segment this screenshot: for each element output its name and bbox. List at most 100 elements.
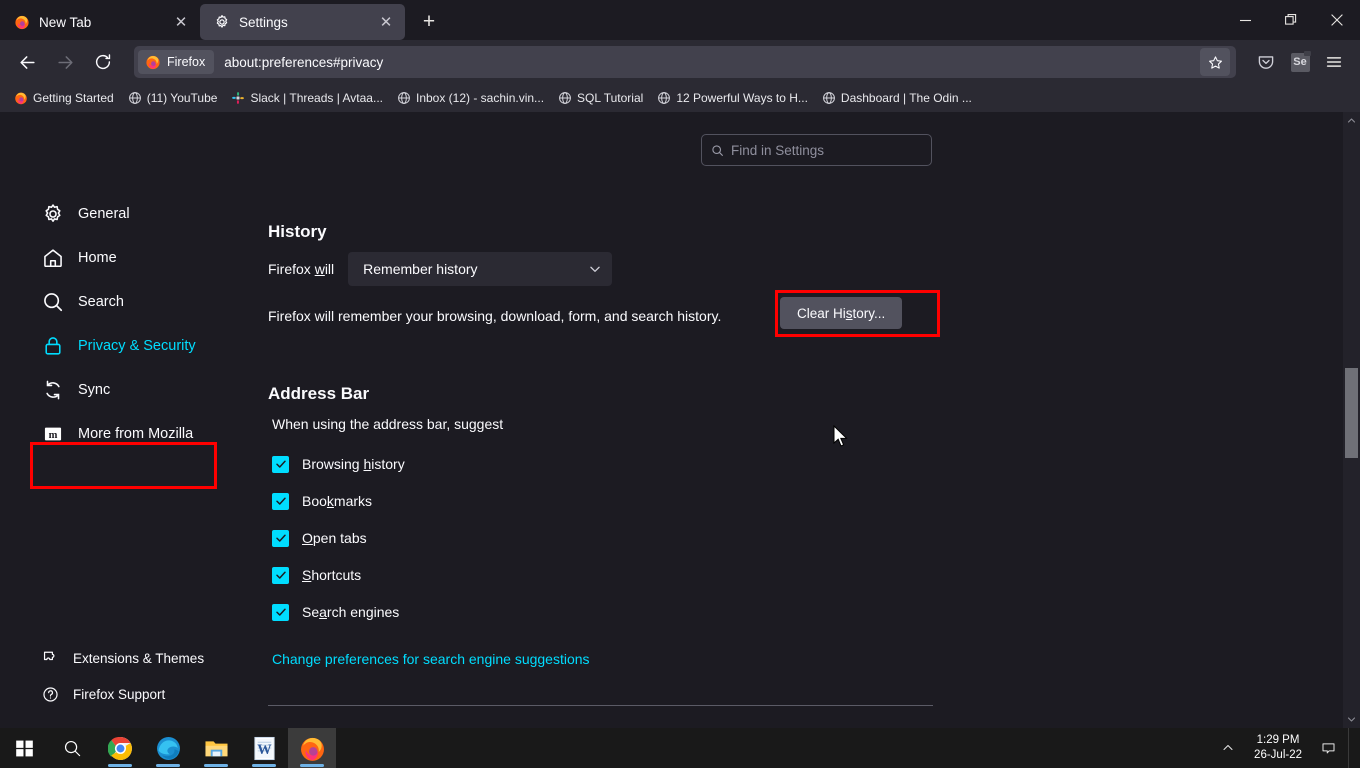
clear-history-button[interactable]: Clear History...	[780, 297, 903, 329]
tab-close-icon[interactable]: ✕	[375, 11, 397, 33]
history-mode-select[interactable]: Remember history	[348, 252, 613, 286]
bookmark-item[interactable]: SQL Tutorial	[552, 87, 649, 109]
browser-window: New Tab ✕ Settings ✕ + Firefox about:pre…	[0, 0, 1360, 768]
notification-icon	[1322, 742, 1334, 753]
bookmark-label: (11) YouTube	[146, 91, 218, 105]
url-bar[interactable]: Firefox about:preferences#privacy	[134, 46, 1236, 78]
edge-button[interactable]	[144, 728, 192, 768]
sidebar-item-more-from-mozilla[interactable]: m More from Mozilla	[34, 414, 218, 454]
firefox-will-row: Firefox will Remember history	[268, 252, 613, 286]
running-indicator	[300, 764, 324, 767]
bookmark-item[interactable]: (11) YouTube	[122, 87, 224, 109]
search-icon	[712, 144, 723, 156]
bookmark-star-button[interactable]	[1200, 48, 1230, 76]
close-button[interactable]	[1314, 0, 1360, 40]
close-icon	[1331, 14, 1343, 26]
globe-icon	[823, 92, 835, 104]
word-button[interactable]: W	[240, 728, 288, 768]
bookmark-item[interactable]: Slack | Threads | Avtaa...	[225, 87, 389, 109]
globe-icon	[658, 92, 671, 104]
search-button[interactable]	[48, 728, 96, 768]
selenium-extension-button[interactable]: Se	[1284, 46, 1316, 78]
folder-icon	[204, 740, 228, 756]
chevron-down-icon	[1347, 717, 1356, 722]
identity-chip[interactable]: Firefox	[138, 50, 215, 74]
checkbox-label: Bookmarks	[302, 493, 373, 509]
url-text[interactable]: about:preferences#privacy	[224, 55, 1200, 70]
sidebar-item-firefox-support[interactable]: Firefox Support	[34, 678, 218, 710]
checkbox-bookmarks[interactable]: Bookmarks	[272, 489, 590, 513]
bookmark-label: SQL Tutorial	[577, 91, 644, 105]
back-button[interactable]	[10, 45, 44, 79]
running-indicator	[156, 764, 180, 767]
tab-close-icon[interactable]: ✕	[170, 11, 192, 33]
firefox-button[interactable]	[288, 728, 336, 768]
start-button[interactable]	[0, 728, 48, 768]
sidebar-item-label: Extensions & Themes	[73, 650, 205, 666]
taskbar-clock[interactable]: 1:29 PM 26-Jul-22	[1244, 728, 1312, 768]
lock-icon	[45, 337, 61, 355]
restore-button[interactable]	[1268, 0, 1314, 40]
address-bar-subtitle: When using the address bar, suggest	[272, 416, 504, 432]
edge-icon	[156, 736, 180, 760]
minimize-button[interactable]	[1222, 0, 1268, 40]
tab-strip: New Tab ✕ Settings ✕ +	[0, 0, 1360, 40]
chrome-button[interactable]	[96, 728, 144, 768]
page-scrollbar[interactable]	[1343, 112, 1360, 728]
checkbox-checked-icon	[272, 455, 289, 473]
find-in-settings-input[interactable]: Find in Settings	[701, 134, 932, 166]
tab-new-tab[interactable]: New Tab ✕	[0, 4, 200, 40]
bookmark-item[interactable]: Inbox (12) - sachin.vin...	[391, 87, 550, 109]
sidebar-item-label: General	[78, 206, 130, 222]
bookmark-item[interactable]: 12 Powerful Ways to H...	[651, 87, 814, 109]
checkbox-browsing-history[interactable]: Browsing history	[272, 452, 590, 476]
checkbox-shortcuts[interactable]: Shortcuts	[272, 563, 590, 587]
checkbox-checked-icon	[272, 566, 289, 584]
sidebar-item-search[interactable]: Search	[34, 282, 218, 322]
window-controls	[1222, 0, 1360, 40]
search-engine-suggestions-link[interactable]: Change preferences for search engine sug…	[272, 651, 590, 667]
plus-icon: +	[422, 10, 436, 33]
forward-button[interactable]	[48, 45, 82, 79]
scroll-down-button[interactable]	[1343, 711, 1360, 728]
section-divider	[268, 705, 933, 706]
sidebar-item-home[interactable]: Home	[34, 238, 218, 278]
sidebar-item-general[interactable]: General	[34, 194, 218, 234]
svg-text:W: W	[257, 741, 272, 757]
new-tab-button[interactable]: +	[413, 6, 445, 38]
checkbox-search-engines[interactable]: Search engines	[272, 600, 590, 624]
sidebar-item-label: More from Mozilla	[78, 426, 194, 442]
extension-icon: Se	[1290, 50, 1311, 72]
bookmark-item[interactable]: Dashboard | The Odin ...	[816, 87, 978, 109]
clock-date: 26-Jul-22	[1254, 749, 1302, 761]
explorer-button[interactable]	[192, 728, 240, 768]
sidebar-item-sync[interactable]: Sync	[34, 370, 218, 410]
identity-label: Firefox	[167, 55, 206, 69]
help-icon	[43, 686, 58, 702]
reload-icon	[95, 54, 111, 70]
chrome-icon	[107, 736, 132, 760]
pocket-button[interactable]	[1250, 46, 1282, 78]
bookmark-item[interactable]: Getting Started	[8, 87, 120, 109]
show-hidden-icons-button[interactable]	[1214, 728, 1242, 768]
sidebar-item-extensions-themes[interactable]: Extensions & Themes	[34, 642, 218, 674]
gear-icon	[216, 15, 228, 28]
mouse-cursor	[833, 425, 848, 447]
reload-button[interactable]	[86, 45, 120, 79]
bookmarks-bar: Getting Started (11) YouTube Slack | Thr…	[0, 84, 1360, 112]
checkbox-open-tabs[interactable]: Open tabs	[272, 526, 590, 550]
show-desktop-button[interactable]	[1348, 728, 1354, 768]
scrollbar-thumb[interactable]	[1345, 368, 1358, 458]
home-icon	[44, 249, 62, 268]
sync-icon	[46, 380, 60, 400]
scroll-up-button[interactable]	[1343, 112, 1360, 129]
search-icon	[44, 293, 63, 312]
pocket-icon	[1258, 56, 1274, 69]
notifications-button[interactable]	[1314, 728, 1342, 768]
tab-settings[interactable]: Settings ✕	[200, 4, 405, 40]
sidebar-item-label: Search	[78, 294, 124, 310]
sidebar-item-label: Privacy & Security	[78, 338, 196, 354]
toolbar-end-buttons: Se	[1250, 46, 1350, 78]
sidebar-item-privacy-security[interactable]: Privacy & Security	[34, 326, 218, 366]
app-menu-button[interactable]	[1318, 46, 1350, 78]
